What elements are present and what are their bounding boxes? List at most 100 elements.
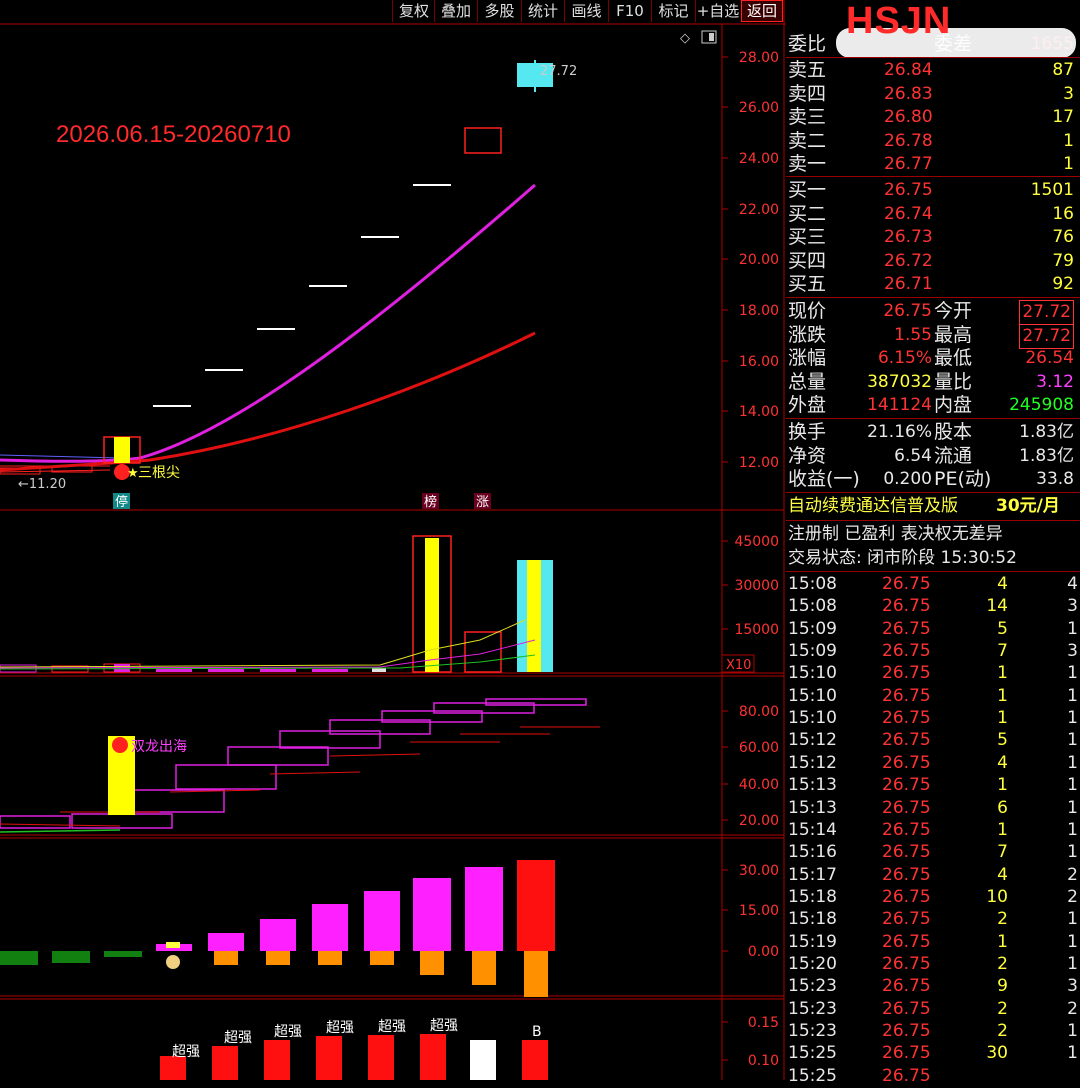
tick-volume: 1 <box>997 708 1008 729</box>
bid-volume: 79 <box>1052 250 1074 271</box>
ask-price: 26.77 <box>884 154 933 175</box>
signal-label: 三根尖 <box>138 465 180 481</box>
bid-row: 买三 26.73 76 <box>786 226 1080 249</box>
fin-value: 0.200 <box>883 469 932 490</box>
ask-price: 26.78 <box>884 130 933 151</box>
tick-row: 15:23 26.75 2 2 <box>786 998 1080 1021</box>
indicator3-bar-label: 超强 <box>172 1044 200 1060</box>
indicator1-signal-label: 双龙出海 <box>131 739 187 755</box>
tick-count: 4 <box>1067 574 1078 594</box>
tick-time: 15:10 <box>788 708 837 729</box>
stat-row: 外盘 141124 内盘 245908 <box>786 394 1080 417</box>
indicator3-bar-label: 超强 <box>326 1020 354 1036</box>
tick-time: 15:23 <box>788 976 837 997</box>
fin-label: 收益(一) <box>788 468 860 491</box>
ask-volume: 87 <box>1052 60 1074 80</box>
tick-count: 1 <box>1067 730 1078 751</box>
indicator1-tick: 60.00 <box>739 740 779 756</box>
stat-value: 27.72 <box>1019 300 1074 325</box>
fin-value: 1.83亿 <box>1019 445 1074 466</box>
stat-label: 涨幅 <box>788 347 827 370</box>
indicator2-tick: 0.00 <box>748 944 779 960</box>
bid-row: 买四 26.72 79 <box>786 250 1080 273</box>
tick-count: 2 <box>1067 864 1078 885</box>
tick-row: 15:16 26.75 7 1 <box>786 841 1080 864</box>
indicator3-bars <box>160 1034 548 1080</box>
diamond-icon[interactable]: ◇ <box>680 31 690 46</box>
promo-banner[interactable]: 自动续费通达信普及版 30元/月 <box>786 495 1080 518</box>
stat-value: 141124 <box>867 395 932 416</box>
price-tick: 20.00 <box>739 252 779 268</box>
bid-price: 26.74 <box>884 203 933 224</box>
stat-value: 26.54 <box>1025 348 1074 369</box>
fin-label: 净资 <box>788 444 827 467</box>
tick-price: 26.75 <box>882 842 931 863</box>
tick-time: 15:13 <box>788 797 837 818</box>
tick-count: 1 <box>1067 685 1078 706</box>
ask-price: 26.83 <box>884 83 933 104</box>
ask-row: 卖四 26.83 3 <box>786 83 1080 106</box>
quote-panel: 委比 委差 1655 HSJN 自动续费通达信普及版 30元/月 注册制 已盈利… <box>786 0 1080 1086</box>
tick-row: 15:18 26.75 10 2 <box>786 886 1080 909</box>
price-tick: 28.00 <box>739 50 779 66</box>
tick-row: 15:10 26.75 1 1 <box>786 685 1080 708</box>
stat-label: 最低 <box>934 347 973 370</box>
stat-label: 现价 <box>788 300 827 322</box>
ask-label: 卖三 <box>788 106 827 129</box>
price-tick: 16.00 <box>739 354 779 370</box>
ma-line-magenta <box>0 183 536 463</box>
bid-volume: 16 <box>1052 203 1074 224</box>
stat-row: 涨幅 6.15% 最低 26.54 <box>786 347 1080 370</box>
tick-price: 26.75 <box>882 685 931 706</box>
stat-label: 内盘 <box>934 394 973 417</box>
fin-label: 换手 <box>788 421 827 443</box>
tick-volume: 5 <box>997 730 1008 751</box>
tick-time: 15:10 <box>788 685 837 706</box>
stat-value: 26.75 <box>883 301 932 321</box>
indicator3-bar-label: 超强 <box>430 1018 458 1034</box>
tick-count: 1 <box>1067 797 1078 818</box>
tick-count: 2 <box>1067 886 1078 907</box>
tick-volume: 1 <box>997 775 1008 796</box>
ask-label: 卖四 <box>788 82 827 105</box>
bid-volume: 76 <box>1052 227 1074 248</box>
trade-status-row: 交易状态: 闭市阶段 15:30:52 <box>786 547 1080 570</box>
stat-value: 1.55 <box>894 324 932 345</box>
stat-label: 涨跌 <box>788 323 827 346</box>
bid-label: 买三 <box>788 226 827 249</box>
bid-label: 买一 <box>788 179 827 201</box>
stat-label: 外盘 <box>788 394 827 417</box>
tag-zhang: 涨 <box>476 495 489 510</box>
ask-label: 卖五 <box>788 59 827 81</box>
tick-volume: 7 <box>997 641 1008 662</box>
kline-chart-area[interactable]: 28.00 26.00 24.00 22.00 20.00 18.00 16.0… <box>0 0 786 1080</box>
tick-row: 15:25 26.75 30 1 <box>786 1042 1080 1065</box>
candle-highlight <box>114 437 130 463</box>
tick-count: 1 <box>1067 953 1078 974</box>
ask-label: 卖二 <box>788 129 827 152</box>
tick-count: 1 <box>1067 931 1078 952</box>
money-bag-icon <box>166 955 180 969</box>
volume-unit-label: X10 <box>726 658 751 673</box>
tick-price: 26.75 <box>882 596 931 617</box>
ask-price: 26.80 <box>884 107 933 128</box>
tick-volume: 6 <box>997 797 1008 818</box>
tick-count: 1 <box>1067 663 1078 684</box>
tick-volume: 2 <box>997 998 1008 1019</box>
tick-time: 15:08 <box>788 574 837 594</box>
tick-count: 3 <box>1067 641 1078 662</box>
tick-row: 15:10 26.75 1 1 <box>786 707 1080 730</box>
tick-time: 15:09 <box>788 641 837 662</box>
bid-label: 买五 <box>788 273 827 296</box>
tick-count: 2 <box>1067 998 1078 1019</box>
bid-price: 26.71 <box>884 274 933 295</box>
tick-time: 15:20 <box>788 953 837 974</box>
tick-price: 26.75 <box>882 931 931 952</box>
indicator3-bar-label: 超强 <box>274 1024 302 1040</box>
tick-row: 15:09 26.75 5 1 <box>786 618 1080 641</box>
indicator1-tick: 40.00 <box>739 777 779 793</box>
volume-tick: 30000 <box>734 578 779 594</box>
fin-row: 收益(一) 0.200 PE(动) 33.8 <box>786 468 1080 491</box>
bid-row: 买一 26.75 1501 <box>786 179 1080 202</box>
price-tick: 12.00 <box>739 455 779 471</box>
